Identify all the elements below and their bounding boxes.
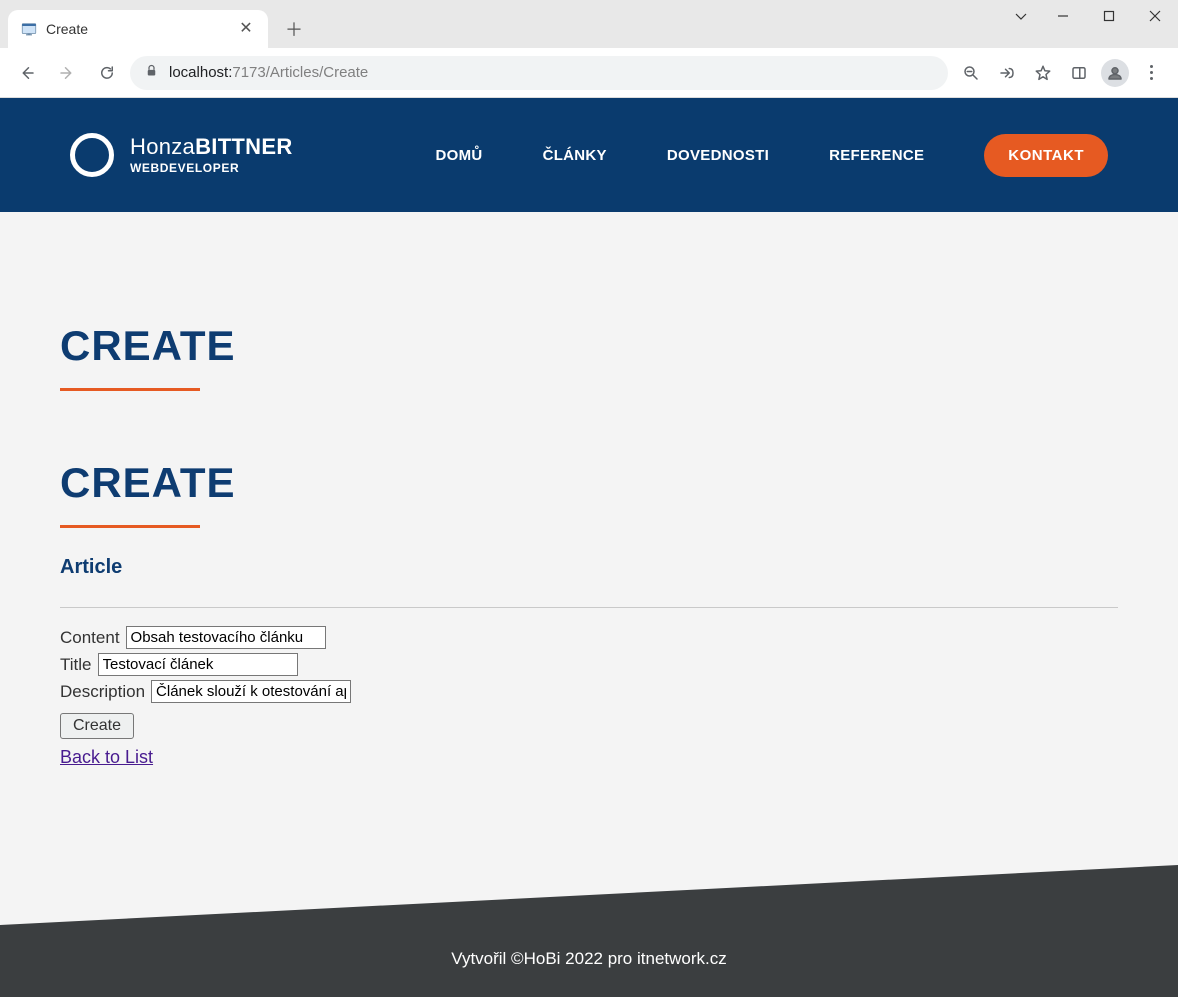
page-title: CREATE	[60, 322, 1118, 370]
main-nav: DOMŮ ČLÁNKY DOVEDNOSTI REFERENCE KONTAKT	[436, 134, 1108, 177]
description-field-row: Description	[60, 680, 1118, 703]
nav-home[interactable]: DOMŮ	[436, 147, 483, 164]
content-input[interactable]	[126, 626, 326, 649]
title-field-row: Title	[60, 653, 1118, 676]
url-text: localhost:7173/Articles/Create	[169, 64, 934, 81]
brand-text: HonzaBITTNER WEBDEVELOPER	[130, 135, 293, 175]
zoom-icon[interactable]	[954, 56, 988, 90]
toolbar-right-icons	[954, 56, 1168, 90]
title-label: Title	[60, 655, 92, 675]
title-underline	[60, 388, 200, 391]
browser-title-bar: Create ✕ ＋	[0, 0, 1178, 48]
profile-button[interactable]	[1098, 56, 1132, 90]
browser-tab[interactable]: Create ✕	[8, 10, 268, 48]
footer-text: Vytvořil ©HoBi 2022 pro itnetwork.cz	[451, 949, 727, 968]
favicon-icon	[20, 20, 38, 38]
new-tab-button[interactable]: ＋	[278, 13, 310, 45]
brand-logo-icon	[70, 133, 114, 177]
nav-back-button[interactable]	[10, 56, 44, 90]
nav-forward-button[interactable]	[50, 56, 84, 90]
brand-last: BITTNER	[195, 134, 292, 159]
nav-references[interactable]: REFERENCE	[829, 147, 924, 164]
brand[interactable]: HonzaBITTNER WEBDEVELOPER	[70, 133, 293, 177]
window-close-button[interactable]	[1132, 0, 1178, 32]
address-bar[interactable]: localhost:7173/Articles/Create	[130, 56, 948, 90]
footer-slant	[0, 865, 1178, 925]
side-panel-icon[interactable]	[1062, 56, 1096, 90]
viewport: HonzaBITTNER WEBDEVELOPER DOMŮ ČLÁNKY DO…	[0, 98, 1178, 997]
tab-strip: Create ✕ ＋	[0, 0, 1002, 48]
title-input[interactable]	[98, 653, 298, 676]
site-footer-wrap: Vytvořil ©HoBi 2022 pro itnetwork.cz	[0, 865, 1178, 997]
brand-first: Honza	[130, 134, 195, 159]
close-tab-icon[interactable]: ✕	[236, 19, 256, 39]
separator	[60, 607, 1118, 608]
nav-contact-button[interactable]: KONTAKT	[984, 134, 1108, 177]
window-controls	[1002, 0, 1178, 48]
window-maximize-button[interactable]	[1086, 0, 1132, 32]
page-content: CREATE CREATE Article Content Title Desc…	[0, 212, 1178, 768]
nav-articles[interactable]: ČLÁNKY	[543, 147, 607, 164]
tab-search-button[interactable]	[1002, 0, 1040, 32]
share-icon[interactable]	[990, 56, 1024, 90]
browser-toolbar: localhost:7173/Articles/Create	[0, 48, 1178, 98]
site-header: HonzaBITTNER WEBDEVELOPER DOMŮ ČLÁNKY DO…	[0, 98, 1178, 212]
description-input[interactable]	[151, 680, 351, 703]
nav-skills[interactable]: DOVEDNOSTI	[667, 147, 769, 164]
content-label: Content	[60, 628, 120, 648]
kebab-icon	[1137, 65, 1165, 80]
url-scheme: localhost:	[169, 64, 232, 81]
url-path: 7173/Articles/Create	[232, 64, 368, 81]
section-underline	[60, 525, 200, 528]
content-field-row: Content	[60, 626, 1118, 649]
bookmark-star-icon[interactable]	[1026, 56, 1060, 90]
lock-icon	[144, 63, 159, 82]
entity-heading: Article	[60, 556, 1118, 579]
site-footer: Vytvořil ©HoBi 2022 pro itnetwork.cz	[0, 925, 1178, 997]
tab-title: Create	[46, 21, 228, 37]
nav-reload-button[interactable]	[90, 56, 124, 90]
section-title: CREATE	[60, 459, 1118, 507]
create-button[interactable]: Create	[60, 713, 134, 739]
window-minimize-button[interactable]	[1040, 0, 1086, 32]
back-to-list-link[interactable]: Back to List	[60, 747, 153, 767]
browser-menu-button[interactable]	[1134, 56, 1168, 90]
avatar-icon	[1101, 59, 1129, 87]
brand-sub: WEBDEVELOPER	[130, 162, 293, 175]
description-label: Description	[60, 682, 145, 702]
